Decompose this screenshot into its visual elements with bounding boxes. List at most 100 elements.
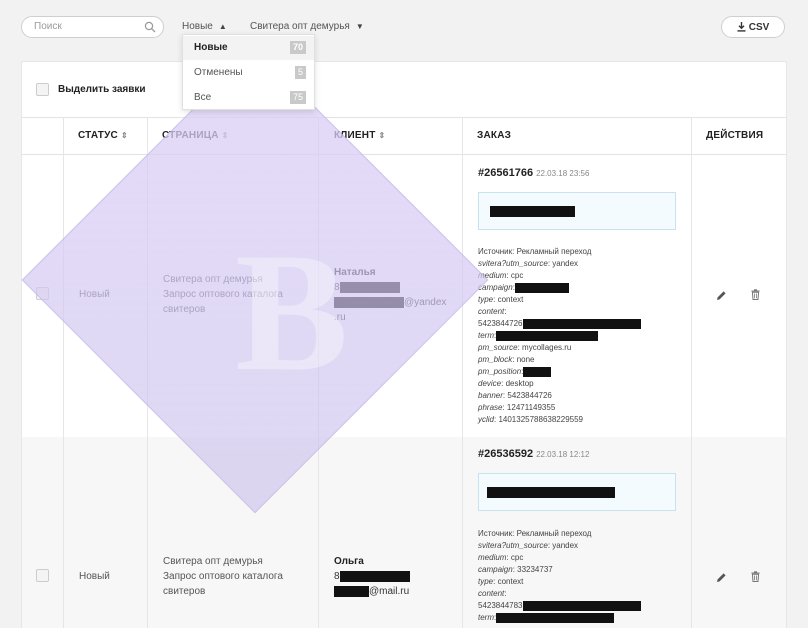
status-cell: Новый bbox=[79, 289, 110, 300]
utm-line: 5423844783 bbox=[478, 600, 641, 612]
status-filter[interactable]: Новые ▲ bbox=[182, 21, 227, 32]
utm-key: Источник bbox=[478, 529, 513, 538]
client-email-domain: @mail.ru bbox=[369, 586, 410, 597]
search-input[interactable]: Поиск bbox=[21, 16, 164, 38]
redacted-value bbox=[496, 330, 599, 341]
export-csv-button[interactable]: CSV bbox=[721, 16, 785, 38]
chevron-down-icon: ▼ bbox=[355, 22, 364, 31]
csv-label: CSV bbox=[748, 21, 770, 33]
sort-icon: ⇕ bbox=[378, 131, 386, 140]
redacted-phone bbox=[339, 281, 400, 293]
utm-key: content bbox=[478, 307, 505, 316]
client-name: Наталья bbox=[334, 267, 376, 278]
utm-line: campaign: 33234737 bbox=[478, 564, 641, 576]
requests-table-card: Выделить заявки СТАТУС ⇕ СТРАНИЦА ⇕ КЛИЕНТ… bbox=[21, 61, 787, 628]
table-row: Новый Свитера опт демурья Запрос оптовог… bbox=[22, 155, 786, 437]
dropdown-item-count: 5 bbox=[294, 66, 306, 79]
utm-line: pm_source: mycollages.ru bbox=[478, 342, 641, 354]
column-client-label: КЛИЕНТ bbox=[334, 130, 376, 141]
utm-line: yclid: 1401325788638229559 bbox=[478, 414, 641, 426]
order-number[interactable]: #26536592 bbox=[478, 448, 533, 460]
utm-value: : desktop bbox=[501, 379, 534, 388]
utm-key: pm_source bbox=[478, 343, 518, 352]
order-summary-box bbox=[478, 192, 676, 230]
utm-value: : 12471149355 bbox=[502, 403, 556, 412]
dropdown-item-new[interactable]: Новые 70 bbox=[183, 36, 314, 60]
trash-icon[interactable] bbox=[750, 289, 761, 300]
page-filter-label: Свитера опт демурья bbox=[250, 21, 350, 32]
redacted-value bbox=[496, 612, 615, 623]
trash-icon[interactable] bbox=[750, 571, 761, 582]
utm-line: campaign: bbox=[478, 282, 641, 294]
page-name: Свитера опт демурья bbox=[163, 556, 263, 567]
utm-key: content bbox=[478, 589, 505, 598]
search-placeholder: Поиск bbox=[34, 21, 62, 32]
client-name: Ольга bbox=[334, 556, 364, 567]
client-cell: Наталья 8 @yandex .ru bbox=[334, 265, 446, 325]
sort-icon: ⇕ bbox=[120, 131, 128, 140]
page-form-cont: свитеров bbox=[163, 586, 206, 597]
utm-key: banner bbox=[478, 391, 503, 400]
column-status-header[interactable]: СТАТУС ⇕ bbox=[78, 130, 128, 141]
page-form-cont: свитеров bbox=[163, 304, 206, 315]
redacted-email bbox=[334, 585, 369, 597]
utm-line: pm_block: none bbox=[478, 354, 641, 366]
row-checkbox[interactable] bbox=[36, 287, 49, 300]
redacted-value bbox=[522, 600, 641, 611]
select-all-checkbox[interactable] bbox=[36, 83, 49, 96]
utm-line: type: context bbox=[478, 576, 641, 588]
utm-line: 5423844726 bbox=[478, 318, 641, 330]
utm-value: : cpc bbox=[506, 271, 524, 280]
edit-icon[interactable] bbox=[716, 290, 727, 301]
utm-line: type: context bbox=[478, 294, 641, 306]
client-email-tld: .ru bbox=[334, 312, 346, 323]
utm-key: medium bbox=[478, 553, 507, 562]
utm-key: term bbox=[478, 331, 494, 340]
column-status-label: СТАТУС bbox=[78, 130, 118, 141]
column-page-header[interactable]: СТРАНИЦА ⇕ bbox=[162, 130, 229, 141]
dropdown-item-cancelled[interactable]: Отменены 5 bbox=[183, 61, 314, 85]
utm-value: : 1401325788638229559 bbox=[494, 415, 583, 424]
utm-value: : bbox=[504, 589, 507, 598]
utm-line: svitera?utm_source: yandex bbox=[478, 258, 641, 270]
client-email: @yandex bbox=[334, 295, 446, 310]
search-icon[interactable] bbox=[144, 21, 156, 33]
column-actions-header: ДЕЙСТВИЯ bbox=[706, 130, 764, 141]
client-cell: Ольга 8 @mail.ru bbox=[334, 554, 410, 599]
order-date: 22.03.18 23:56 bbox=[536, 169, 590, 178]
utm-line: medium: cpc bbox=[478, 270, 641, 282]
client-email-domain: @yandex bbox=[404, 297, 447, 308]
redacted-order-text bbox=[490, 206, 575, 217]
select-all-label: Выделить заявки bbox=[58, 84, 146, 95]
order-number[interactable]: #26561766 bbox=[478, 167, 533, 179]
utm-value: : context bbox=[493, 577, 524, 586]
select-all[interactable]: Выделить заявки bbox=[36, 83, 146, 96]
utm-line: svitera?utm_source: yandex bbox=[478, 540, 641, 552]
page-cell: Свитера опт демурья Запрос оптового ката… bbox=[163, 272, 283, 317]
order-cell: #26536592 22.03.18 12:12 bbox=[478, 447, 589, 462]
order-utm-details: Источник: Рекламный переход svitera?utm_s… bbox=[478, 528, 641, 624]
download-icon bbox=[737, 22, 746, 32]
row-checkbox[interactable] bbox=[36, 569, 49, 582]
column-client-header[interactable]: КЛИЕНТ ⇕ bbox=[334, 130, 385, 141]
order-utm-details: Источник: Рекламный переход svitera?utm_s… bbox=[478, 246, 641, 426]
redacted-order-text bbox=[487, 487, 615, 498]
utm-value: : none bbox=[512, 355, 535, 364]
column-divider bbox=[63, 117, 64, 628]
utm-key: medium bbox=[478, 271, 507, 280]
utm-line: phrase: 12471149355 bbox=[478, 402, 641, 414]
dropdown-item-all[interactable]: Все 75 bbox=[183, 86, 314, 110]
column-divider bbox=[462, 117, 463, 628]
column-divider bbox=[691, 117, 692, 628]
column-divider bbox=[147, 117, 148, 628]
utm-line: term: bbox=[478, 612, 641, 624]
page-filter[interactable]: Свитера опт демурья ▼ bbox=[250, 21, 364, 32]
edit-icon[interactable] bbox=[716, 572, 727, 583]
utm-value: : bbox=[504, 307, 507, 316]
utm-value: : cpc bbox=[506, 553, 524, 562]
redacted-value bbox=[522, 318, 641, 329]
redacted-phone bbox=[339, 570, 410, 582]
utm-line: pm_position: bbox=[478, 366, 641, 378]
status-cell: Новый bbox=[79, 571, 110, 582]
utm-key: yclid bbox=[478, 415, 495, 424]
